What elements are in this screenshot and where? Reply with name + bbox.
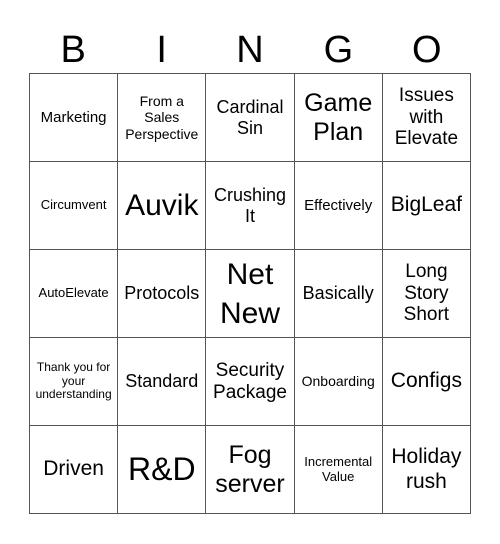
- bingo-cell[interactable]: Effectively: [294, 162, 383, 250]
- header-letter-b: B: [60, 29, 86, 71]
- bingo-cell[interactable]: From a Sales Perspective: [118, 74, 207, 162]
- cell-text: Protocols: [124, 283, 200, 304]
- cell-text: Standard: [125, 371, 199, 392]
- cell-text: Configs: [390, 369, 462, 393]
- bingo-cell[interactable]: Incremental Value: [294, 426, 383, 514]
- cell-text: Onboarding: [301, 373, 375, 390]
- bingo-cell[interactable]: R&D: [118, 426, 207, 514]
- bingo-cell[interactable]: Auvik: [118, 162, 207, 250]
- cell-text: Circumvent: [40, 197, 107, 213]
- bingo-cell[interactable]: Marketing: [30, 74, 119, 162]
- bingo-cell[interactable]: Cardinal Sin: [206, 74, 295, 162]
- cell-text: Incremental Value: [304, 453, 373, 484]
- cell-text: Basically: [302, 283, 374, 304]
- bingo-cell[interactable]: Fog server: [206, 426, 295, 514]
- bingo-cell[interactable]: Driven: [30, 426, 119, 514]
- cell-text: Net New: [219, 257, 280, 330]
- bingo-card-grid: Marketing From a Sales Perspective Cardi…: [29, 73, 471, 514]
- cell-text: From a Sales Perspective: [125, 93, 199, 142]
- bingo-cell[interactable]: AutoElevate: [30, 250, 119, 338]
- bingo-cell[interactable]: Issues with Elevate: [382, 74, 471, 162]
- bingo-cell[interactable]: Holiday rush: [382, 426, 471, 514]
- cell-text: Security Package: [213, 359, 287, 403]
- bingo-cell[interactable]: Security Package: [206, 338, 295, 426]
- bingo-cell[interactable]: Configs: [382, 338, 471, 426]
- cell-text: Marketing: [40, 108, 107, 126]
- cell-text: Long Story Short: [403, 260, 450, 326]
- cell-text: Issues with Elevate: [394, 84, 459, 150]
- cell-text: Holiday rush: [391, 445, 462, 493]
- header-letter-n: N: [236, 29, 264, 71]
- bingo-cell[interactable]: Long Story Short: [382, 250, 471, 338]
- bingo-cell[interactable]: Crushing It: [206, 162, 295, 250]
- cell-text: AutoElevate: [38, 285, 109, 301]
- bingo-cell[interactable]: Basically: [294, 250, 383, 338]
- bingo-cell[interactable]: Protocols: [118, 250, 207, 338]
- bingo-cell[interactable]: Net New: [206, 250, 295, 338]
- cell-text: Effectively: [304, 196, 373, 214]
- cell-text: Game Plan: [304, 88, 373, 146]
- cell-text: Driven: [43, 457, 104, 481]
- cell-text: Cardinal Sin: [216, 96, 284, 138]
- cell-text: Fog server: [215, 440, 285, 498]
- cell-text: Thank you for your understanding: [35, 359, 112, 402]
- bingo-cell[interactable]: Standard: [118, 338, 207, 426]
- header-letter-g: G: [323, 29, 354, 71]
- cell-text: Crushing It: [213, 184, 287, 226]
- header-letter-o: O: [412, 29, 442, 71]
- bingo-cell[interactable]: Thank you for your understanding: [30, 338, 119, 426]
- bingo-cell[interactable]: Game Plan: [294, 74, 383, 162]
- cell-text: Auvik: [125, 189, 199, 222]
- bingo-cell[interactable]: Circumvent: [30, 162, 119, 250]
- bingo-cell[interactable]: BigLeaf: [382, 162, 471, 250]
- bingo-cell[interactable]: Onboarding: [294, 338, 383, 426]
- cell-text: BigLeaf: [390, 193, 462, 217]
- bingo-header: B I N G O: [29, 28, 471, 72]
- cell-text: R&D: [128, 451, 196, 488]
- header-letter-i: I: [156, 29, 167, 71]
